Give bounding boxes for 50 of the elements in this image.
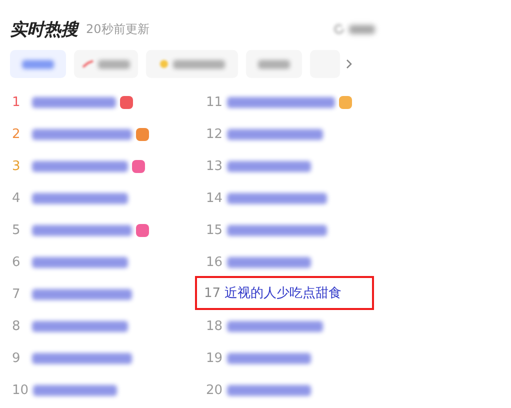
trend-icon — [82, 60, 94, 68]
blurred-link[interactable] — [32, 288, 132, 300]
rank-number: 8 — [12, 318, 22, 334]
rank-number: 20 — [206, 382, 223, 398]
blurred-link[interactable] — [32, 128, 132, 140]
rank-number: 3 — [12, 158, 22, 174]
rank-number: 6 — [12, 254, 22, 270]
refresh-button[interactable] — [333, 23, 375, 35]
rank-number: 11 — [206, 94, 223, 110]
refresh-icon — [333, 23, 345, 35]
blurred-link[interactable] — [226, 160, 311, 172]
blurred-link[interactable] — [32, 352, 132, 364]
blurred-link[interactable] — [226, 320, 323, 332]
rank-number: 19 — [206, 350, 223, 366]
blurred-link[interactable] — [226, 224, 327, 236]
rank-number: 4 — [12, 190, 22, 206]
trending-link[interactable]: 近视的人少吃点甜食 — [224, 284, 342, 302]
rank-number: 9 — [12, 350, 22, 366]
blurred-link[interactable] — [226, 384, 311, 396]
blurred-link[interactable] — [32, 384, 117, 396]
rank-number: 16 — [206, 254, 223, 270]
rank-number: 1 — [12, 94, 22, 110]
tab[interactable] — [146, 50, 238, 78]
rank-number: 12 — [206, 126, 223, 142]
blurred-link[interactable] — [226, 352, 311, 364]
update-time: 20秒前更新 — [86, 20, 150, 38]
rank-number: 14 — [206, 190, 223, 206]
rank-number: 17 — [204, 286, 221, 300]
blurred-link[interactable] — [32, 320, 128, 332]
tab[interactable] — [10, 50, 66, 78]
tab[interactable] — [246, 50, 302, 78]
rank-number: 5 — [12, 222, 22, 238]
rank-number: 13 — [206, 158, 223, 174]
blurred-link[interactable] — [226, 96, 335, 108]
rank-number: 2 — [12, 126, 22, 142]
blurred-link[interactable] — [32, 96, 116, 108]
section-title: 实时热搜 — [10, 18, 78, 40]
rank-number: 18 — [206, 318, 223, 334]
rank-number: 10 — [12, 382, 29, 398]
chevron-right-icon[interactable] — [346, 59, 352, 69]
blurred-link[interactable] — [226, 192, 327, 204]
blurred-link[interactable] — [32, 160, 128, 172]
blurred-link[interactable] — [32, 192, 128, 204]
blurred-link[interactable] — [226, 128, 323, 140]
rank-number: 7 — [12, 286, 22, 302]
blurred-link[interactable] — [226, 256, 311, 268]
blurred-link[interactable] — [32, 224, 132, 236]
blurred-link[interactable] — [32, 256, 128, 268]
rank-number: 15 — [206, 222, 223, 238]
tab[interactable] — [74, 50, 138, 78]
